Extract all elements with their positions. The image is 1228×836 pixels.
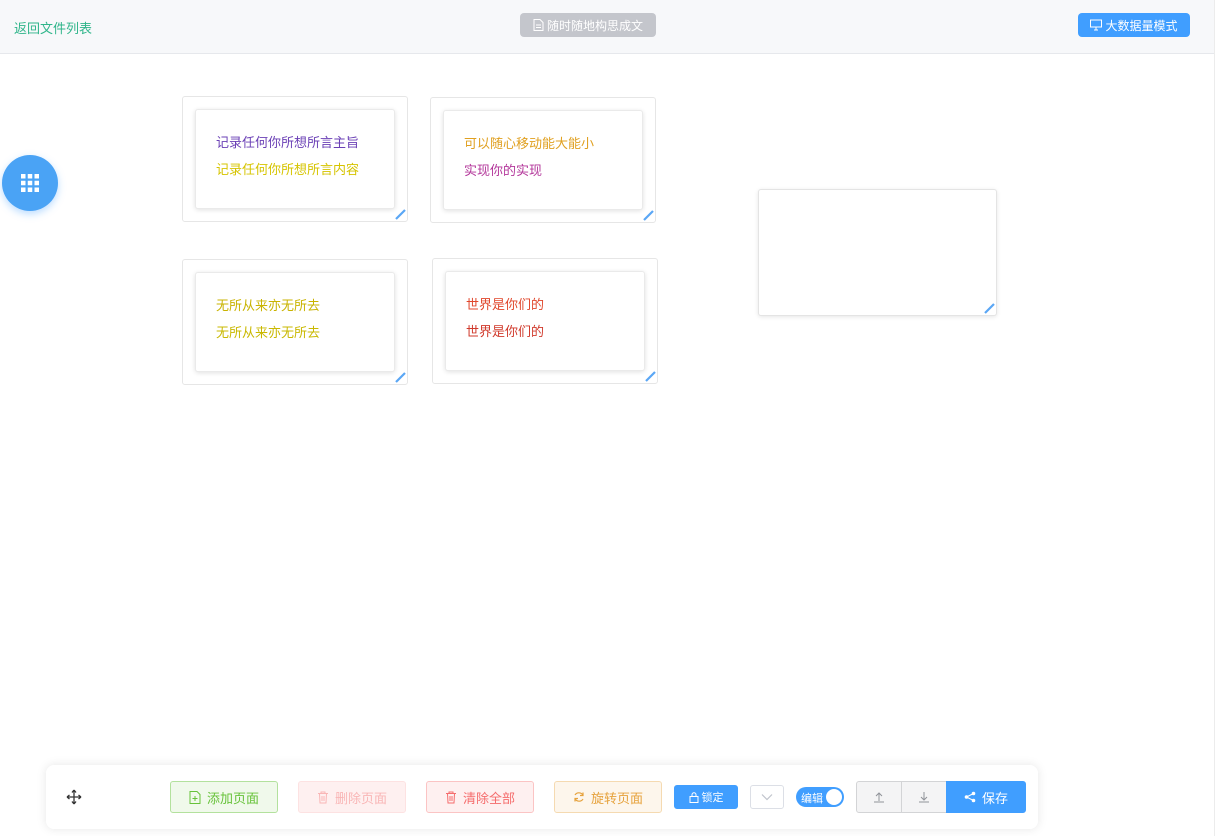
download-button[interactable]	[901, 781, 947, 813]
share-icon	[964, 791, 976, 803]
toggle-knob	[826, 789, 842, 805]
refresh-icon	[574, 792, 584, 802]
note-body: 无所从来亦无所去	[216, 326, 321, 341]
blank-note-card[interactable]	[758, 189, 997, 316]
note-content[interactable]: 世界是你们的 世界是你们的	[445, 271, 645, 371]
save-label: 保存	[981, 791, 1008, 807]
lock-label: 锁定	[701, 791, 724, 804]
note-content[interactable]: 可以随心移动能大能小 实现你的实现	[443, 110, 643, 210]
big-data-mode-button[interactable]: 大数据量模式	[1078, 13, 1190, 37]
edit-toggle-switch[interactable]: 编辑	[796, 787, 844, 807]
chevron-down-icon	[761, 794, 773, 801]
add-page-label: 添加页面	[206, 791, 259, 807]
note-card[interactable]: 记录任何你所想所言主旨 记录任何你所想所言内容	[182, 96, 408, 222]
resize-handle-icon[interactable]	[642, 209, 654, 221]
resize-handle-icon[interactable]	[644, 370, 656, 382]
edit-toggle-label: 编辑	[801, 792, 823, 805]
vertical-scrollbar[interactable]	[1214, 0, 1228, 836]
bottom-toolbar: 添加页面 删除页面 清除全部 旋转页面 锁定 编辑 保存	[46, 765, 1038, 829]
resize-handle-icon[interactable]	[394, 208, 406, 220]
monitor-icon	[1090, 19, 1103, 31]
rotate-page-label: 旋转页面	[590, 791, 643, 807]
page: 返回文件列表 随时随地构思成文 大数据量模式 记录任何你所想所言主旨 记录任何你…	[0, 0, 1228, 836]
note-card[interactable]: 可以随心移动能大能小 实现你的实现	[430, 97, 656, 223]
resize-handle-icon[interactable]	[983, 302, 995, 314]
big-data-mode-label: 大数据量模式	[1105, 18, 1178, 33]
lock-icon	[689, 791, 698, 803]
rotate-page-button[interactable]: 旋转页面	[554, 781, 662, 813]
note-body: 记录任何你所想所言内容	[216, 163, 360, 178]
options-dropdown[interactable]	[750, 785, 784, 809]
note-body: 实现你的实现	[464, 164, 543, 179]
document-icon	[533, 19, 544, 31]
grid-icon	[21, 174, 39, 192]
note-title: 记录任何你所想所言主旨	[216, 136, 360, 151]
add-page-button[interactable]: 添加页面	[170, 781, 278, 813]
note-content[interactable]: 记录任何你所想所言主旨 记录任何你所想所言内容	[195, 109, 395, 209]
upload-button[interactable]	[856, 781, 902, 813]
trash-icon	[317, 791, 328, 803]
note-title: 可以随心移动能大能小	[464, 137, 595, 152]
delete-page-button[interactable]: 删除页面	[298, 781, 406, 813]
note-card[interactable]: 世界是你们的 世界是你们的	[432, 258, 658, 384]
add-document-icon	[189, 790, 201, 804]
clear-all-button[interactable]: 清除全部	[426, 781, 534, 813]
upload-icon	[874, 792, 884, 803]
delete-page-label: 删除页面	[334, 791, 387, 807]
note-body: 世界是你们的	[466, 325, 545, 340]
note-content[interactable]: 无所从来亦无所去 无所从来亦无所去	[195, 272, 395, 372]
download-icon	[919, 792, 929, 803]
note-title: 无所从来亦无所去	[216, 299, 321, 314]
action-button-group: 保存	[856, 781, 1026, 813]
lock-button[interactable]: 锁定	[674, 785, 738, 809]
compose-button[interactable]: 随时随地构思成文	[520, 13, 656, 37]
clear-all-label: 清除全部	[462, 791, 515, 807]
header-bar: 返回文件列表 随时随地构思成文 大数据量模式	[0, 0, 1214, 54]
save-button[interactable]: 保存	[946, 781, 1026, 813]
resize-handle-icon[interactable]	[394, 371, 406, 383]
note-title: 世界是你们的	[466, 298, 545, 313]
note-card[interactable]: 无所从来亦无所去 无所从来亦无所去	[182, 259, 408, 385]
compose-button-label: 随时随地构思成文	[546, 18, 643, 33]
move-icon[interactable]	[66, 789, 82, 805]
menu-fab-button[interactable]	[2, 155, 58, 211]
back-to-file-list-link[interactable]: 返回文件列表	[14, 18, 92, 37]
trash-icon	[445, 791, 456, 803]
